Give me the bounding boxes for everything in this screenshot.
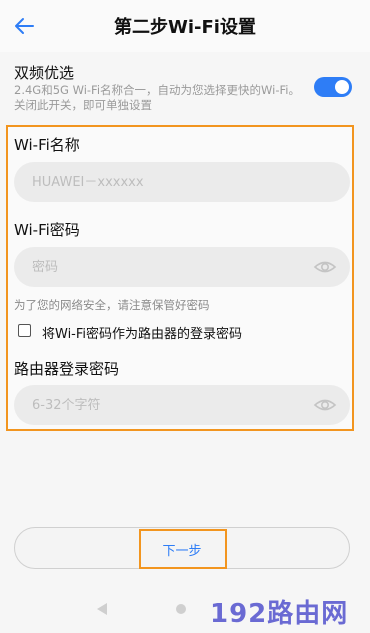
wifi-name-label: Wi-Fi名称: [14, 136, 80, 154]
eye-icon: [313, 399, 337, 411]
next-step-label: 下一步: [162, 544, 202, 559]
page-title: 第二步Wi-Fi设置: [114, 17, 256, 38]
next-step-button[interactable]: 下一步: [14, 527, 350, 569]
watermark-logo: 192路由网: [210, 599, 349, 629]
wifi-password-label: Wi-Fi密码: [14, 221, 80, 239]
security-hint: 为了您的网络安全，请注意保管好密码: [14, 298, 210, 312]
nav-back-button[interactable]: [96, 601, 108, 615]
use-wifi-password-label[interactable]: 将Wi-Fi密码作为路由器的登录密码: [42, 323, 242, 342]
wifi-name-input[interactable]: [14, 162, 350, 202]
eye-icon: [313, 261, 337, 273]
router-password-input[interactable]: [14, 385, 350, 425]
triangle-back-icon: [97, 603, 107, 615]
system-nav-bar: 192路由网: [0, 585, 370, 633]
wifi-password-visibility-toggle[interactable]: [313, 258, 337, 276]
circle-home-icon[interactable]: [176, 604, 186, 614]
router-password-visibility-toggle[interactable]: [313, 396, 337, 414]
dual-band-title: 双频优选: [14, 64, 75, 82]
use-wifi-password-checkbox[interactable]: [18, 324, 31, 337]
wifi-password-input[interactable]: [14, 247, 350, 287]
toggle-knob: [335, 80, 349, 94]
dual-band-toggle[interactable]: [314, 77, 352, 97]
router-password-label: 路由器登录密码: [14, 360, 120, 378]
header-bar: 第二步Wi-Fi设置: [0, 0, 370, 52]
dual-band-description: 2.4G和5G Wi-Fi名称合一，自动为您选择更快的Wi-Fi。关闭此开关，即…: [14, 83, 300, 112]
